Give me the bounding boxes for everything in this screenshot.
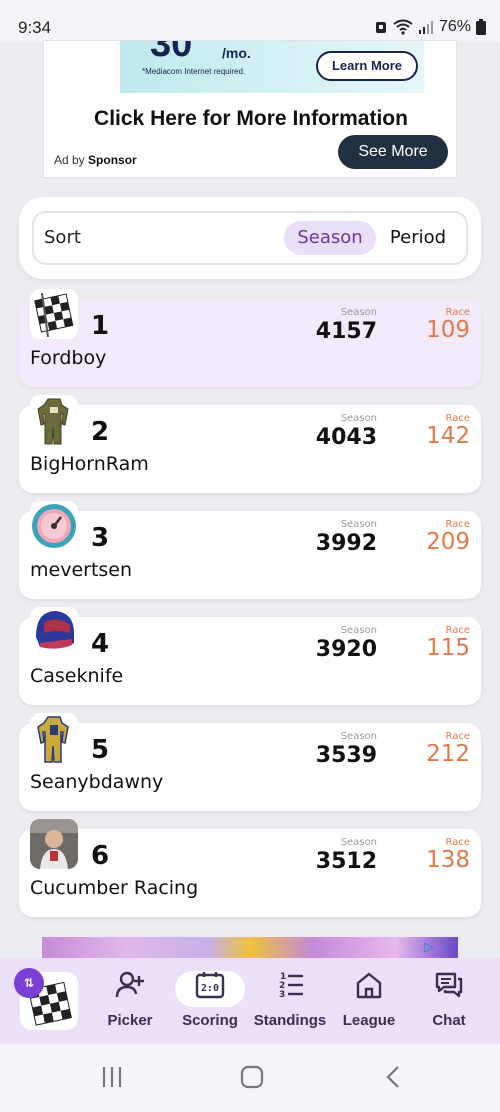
player-name: mevertsen bbox=[30, 559, 133, 581]
back-icon[interactable] bbox=[382, 1064, 406, 1090]
ad-see-more-button[interactable]: See More bbox=[338, 135, 448, 169]
ad-fine-print: *Mediacom Internet required. bbox=[142, 67, 246, 76]
nav-scoring-label: Scoring bbox=[182, 1012, 238, 1029]
season-points: 4157 bbox=[315, 319, 377, 344]
alarm-icon bbox=[375, 22, 386, 33]
standings-row[interactable]: 1 Fordboy Season 4157 Race 109 bbox=[19, 289, 481, 387]
sort-label: Sort bbox=[44, 227, 81, 248]
ad-banner-bottom[interactable]: ▷ ⋮ bbox=[42, 937, 458, 959]
checkered-flag-icon bbox=[30, 289, 78, 339]
race-points: 142 bbox=[426, 423, 470, 449]
ranked-list-icon: 123 bbox=[279, 972, 303, 1000]
signal-icon bbox=[418, 21, 433, 34]
season-points: 4043 bbox=[315, 425, 377, 450]
ad-by-label: Ad by bbox=[54, 153, 85, 167]
rank: 5 bbox=[91, 735, 110, 765]
bottom-nav: ⇅ Picker 2:0 Scoring 123 Standings Leagu… bbox=[0, 958, 500, 1044]
home-button-icon[interactable] bbox=[240, 1064, 264, 1090]
nav-league-label: League bbox=[342, 1012, 396, 1029]
green-racing-suit-icon bbox=[30, 395, 78, 445]
sort-option-season[interactable]: Season bbox=[284, 221, 376, 255]
season-label: Season bbox=[340, 731, 377, 742]
race-points: 212 bbox=[426, 741, 470, 767]
scoreboard-badge: 2:0 bbox=[201, 983, 219, 994]
status-bar: 9:34 76% bbox=[0, 0, 500, 42]
scoreboard-icon: 2:0 bbox=[195, 972, 225, 999]
nav-picker[interactable]: Picker bbox=[90, 970, 170, 1034]
status-icons: 76% bbox=[374, 18, 486, 36]
nav-chat-label: Chat bbox=[432, 1012, 466, 1029]
svg-text:3: 3 bbox=[279, 990, 285, 1000]
standings-row[interactable]: 2 BigHornRam Season 4043 Race 142 bbox=[19, 395, 481, 493]
nav-standings[interactable]: 123 Standings bbox=[250, 970, 330, 1034]
nav-chat[interactable]: Chat bbox=[409, 970, 489, 1034]
nav-standings-label: Standings bbox=[253, 1012, 327, 1029]
battery-icon bbox=[476, 19, 486, 35]
ad-attribution: Ad by Sponsor bbox=[54, 153, 137, 167]
race-points: 138 bbox=[426, 847, 470, 873]
status-time: 9:34 bbox=[18, 18, 52, 37]
player-name: Caseknife bbox=[30, 665, 124, 687]
ad-price: 30 bbox=[150, 41, 193, 65]
battery-percent: 76% bbox=[438, 18, 471, 35]
ad-image[interactable]: 30 /mo. *Mediacom Internet required. Lea… bbox=[120, 41, 424, 93]
rank: 1 bbox=[91, 311, 110, 341]
player-name: Seanybdawny bbox=[30, 771, 164, 793]
season-points: 3992 bbox=[315, 531, 377, 556]
racing-helmet-icon bbox=[30, 607, 78, 657]
nav-league[interactable]: League bbox=[329, 970, 409, 1034]
ad-headline[interactable]: Click Here for More Information bbox=[44, 107, 458, 131]
race-points: 109 bbox=[426, 317, 470, 343]
speedometer-icon bbox=[30, 501, 78, 551]
season-label: Season bbox=[340, 519, 377, 530]
ad-per-month: /mo. bbox=[222, 45, 251, 61]
season-points: 3512 bbox=[315, 849, 377, 874]
yellow-racing-suit-icon bbox=[30, 713, 78, 763]
ad-choices-icon[interactable]: ▷ bbox=[424, 940, 434, 955]
wifi-icon bbox=[393, 19, 413, 35]
nav-scoring[interactable]: 2:0 Scoring bbox=[170, 970, 250, 1034]
season-label: Season bbox=[340, 413, 377, 424]
chat-bubbles-icon bbox=[435, 972, 463, 998]
nav-picker-label: Picker bbox=[107, 1012, 153, 1029]
ad-menu-icon[interactable]: ⋮ bbox=[438, 939, 452, 955]
sort-option-period[interactable]: Period bbox=[386, 221, 450, 255]
home-icon bbox=[356, 972, 382, 999]
ad-sponsor: Sponsor bbox=[88, 153, 137, 167]
league-switch-icon[interactable]: ⇅ bbox=[14, 968, 44, 998]
standings-row[interactable]: 5 Seanybdawny Season 3539 Race 212 bbox=[19, 713, 481, 811]
race-points: 209 bbox=[426, 529, 470, 555]
season-label: Season bbox=[340, 837, 377, 848]
season-label: Season bbox=[340, 625, 377, 636]
player-name: BigHornRam bbox=[30, 453, 149, 475]
standings-row[interactable]: 3 mevertsen Season 3992 Race 209 bbox=[19, 501, 481, 599]
season-label: Season bbox=[340, 307, 377, 318]
ad-banner-top[interactable]: 30 /mo. *Mediacom Internet required. Lea… bbox=[43, 40, 457, 178]
recent-apps-icon[interactable] bbox=[100, 1064, 124, 1090]
driver-photo-icon bbox=[30, 819, 78, 869]
add-person-icon bbox=[115, 971, 144, 998]
season-points: 3920 bbox=[315, 637, 377, 662]
rank: 2 bbox=[91, 417, 110, 447]
system-nav-bar bbox=[0, 1044, 500, 1112]
sort-card: Sort Season Period bbox=[19, 197, 481, 279]
sort-control: Sort Season Period bbox=[32, 211, 468, 265]
standings-row[interactable]: 6 Cucumber Racing Season 3512 Race 138 bbox=[19, 819, 481, 917]
rank: 6 bbox=[91, 841, 110, 871]
standings-row[interactable]: 4 Caseknife Season 3920 Race 115 bbox=[19, 607, 481, 705]
ad-learn-more-button[interactable]: Learn More bbox=[316, 51, 418, 81]
player-name: Fordboy bbox=[30, 347, 107, 369]
rank: 3 bbox=[91, 523, 110, 553]
player-name: Cucumber Racing bbox=[30, 877, 199, 899]
rank: 4 bbox=[91, 629, 110, 659]
race-points: 115 bbox=[426, 635, 470, 661]
season-points: 3539 bbox=[315, 743, 377, 768]
